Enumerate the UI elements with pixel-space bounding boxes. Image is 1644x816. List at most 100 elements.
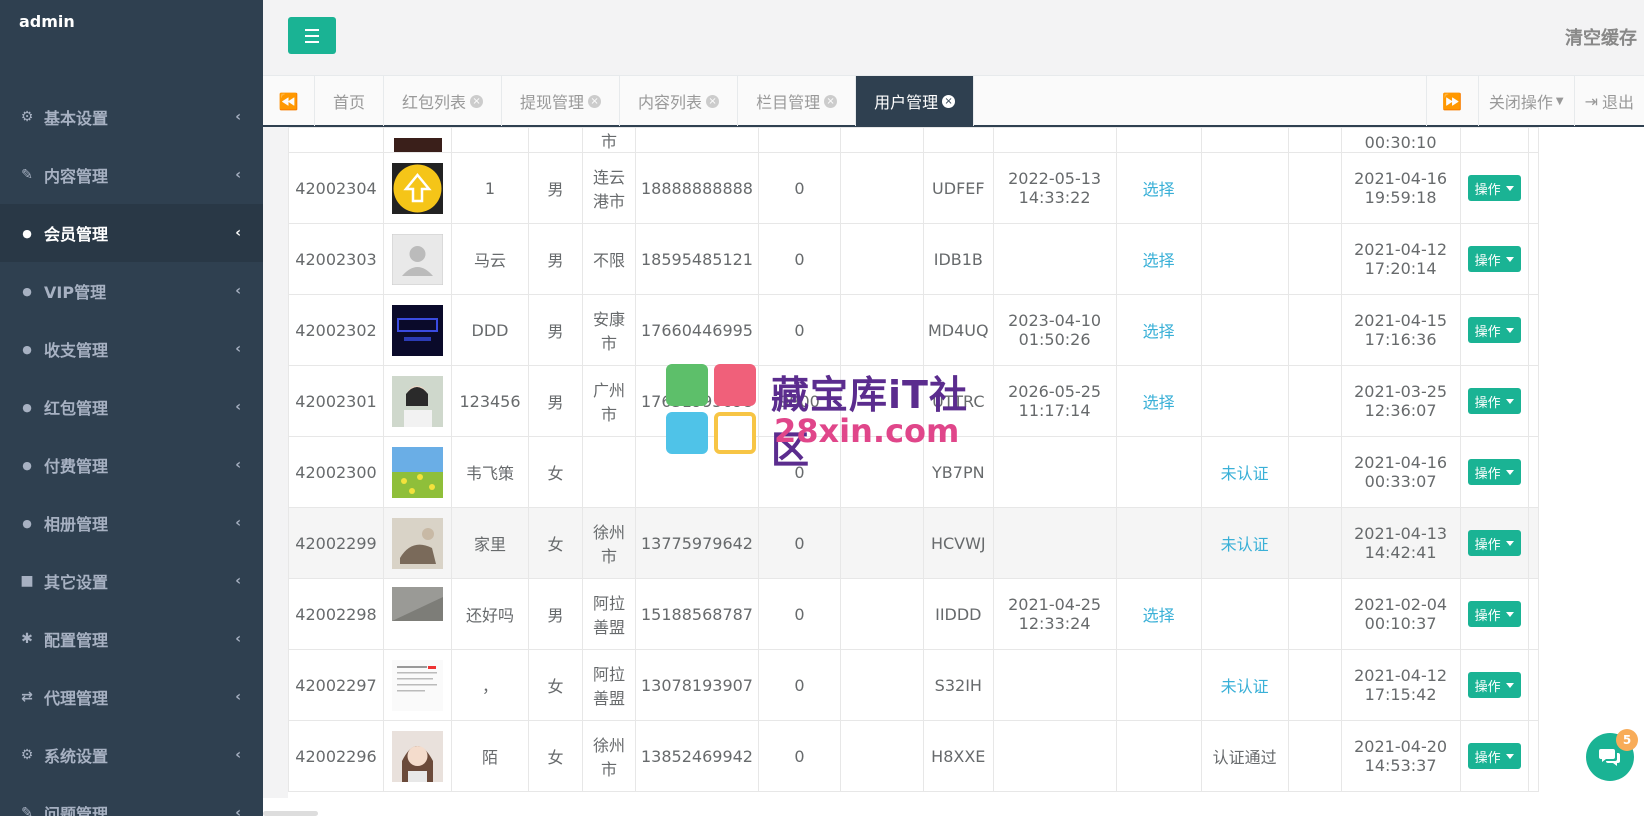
sidebar-item-12[interactable]: ✎ 问题管理 ‹ [0,784,263,816]
name-cell-text: ， [481,677,498,696]
exchange-icon: ⇄ [21,689,33,705]
auth-cell: 未认证 [1200,507,1289,579]
operation-dropdown-button[interactable]: 操作 [1467,175,1521,201]
close-tab-icon[interactable]: × [706,94,720,108]
sidebar-item-5[interactable]: ● 红包管理 ‹ [0,378,263,436]
avatar[interactable] [392,730,443,782]
sidebar-item-6[interactable]: ● 付费管理 ‹ [0,436,263,494]
operation-dropdown-button[interactable]: 操作 [1467,388,1521,414]
invite-code-cell: YB7PN [923,436,994,508]
operation-dropdown-button[interactable]: 操作 [1467,743,1521,769]
action-cell: 操作 [1459,152,1529,224]
id-cell-text: 42002297 [295,675,377,695]
phone-cell [635,436,759,508]
empty-cell [840,294,924,366]
gender-cell: 男 [528,223,583,295]
gender-cell: 女 [528,720,583,792]
sidebar-item-1[interactable]: ✎ 内容管理 ‹ [0,146,263,204]
avatar[interactable] [392,587,443,621]
close-operations-dropdown[interactable]: 关闭操作 ▼ [1477,76,1574,126]
tab-label: 栏目管理 [756,93,821,112]
empty-cell [1287,507,1342,579]
avatar[interactable] [392,233,443,285]
operation-dropdown-button[interactable]: 操作 [1467,317,1521,343]
operation-dropdown-button[interactable]: 操作 [1467,530,1521,556]
tab-2[interactable]: 提现管理 × [502,76,621,126]
caret-down-icon [1505,469,1514,475]
close-tab-icon[interactable]: × [942,94,956,108]
avatar[interactable] [392,375,443,427]
close-tab-icon[interactable]: × [470,94,484,108]
empty-cell [1287,578,1342,650]
tab-5[interactable]: 用户管理 × [856,76,975,126]
avatar[interactable] [392,304,443,356]
vip-expire-cell [992,436,1117,508]
close-tab-icon[interactable]: × [824,94,838,108]
operation-dropdown-button[interactable]: 操作 [1467,601,1521,627]
empty-cell [1287,294,1342,366]
phone-cell-text: 17631995698 [641,391,753,411]
sidebar-item-0[interactable]: ⚙ 基本设置 ‹ [0,88,263,146]
sidebar-item-7[interactable]: ● 相册管理 ‹ [0,494,263,552]
reg-time-cell: 2021-04-16 19:59:18 [1340,152,1461,224]
select-link[interactable]: 选择 [1143,393,1175,412]
caret-down-icon [1505,185,1514,191]
tab-0[interactable]: 首页 [315,76,385,126]
vip-expire-cell [992,223,1117,295]
table-cell [383,127,452,153]
table-row: 42002297 ， 女 阿拉 善盟 13078193907 0 S32IH 未认证 2021-… [288,649,1539,721]
operation-label: 操作 [1474,182,1501,198]
tab-scroll-right-button[interactable]: ⏩ [1425,76,1478,126]
tab-1[interactable]: 红包列表 × [384,76,503,126]
auth-status-link[interactable]: 未认证 [1221,464,1269,483]
sidebar-item-9[interactable]: ✱ 配置管理 ‹ [0,610,263,668]
sidebar-item-4[interactable]: ● 收支管理 ‹ [0,320,263,378]
phone-cell: 13852469942 [635,720,759,792]
auth-status-link[interactable]: 未认证 [1221,677,1269,696]
phone-cell: 15188568787 [635,578,759,650]
edge-cell [1527,507,1539,579]
empty-cell [840,649,924,721]
chevron-left-icon: ‹ [235,573,241,589]
auth-status-link[interactable]: 未认证 [1221,535,1269,554]
tab-scroll-left-button[interactable]: ⏪ [263,76,315,126]
select-link[interactable]: 选择 [1143,251,1175,270]
table-cell [923,127,994,153]
avatar[interactable] [392,659,443,711]
select-link[interactable]: 选择 [1143,606,1175,625]
operation-dropdown-button[interactable]: 操作 [1467,459,1521,485]
sidebar-item-10[interactable]: ⇄ 代理管理 ‹ [0,668,263,726]
tab-4[interactable]: 栏目管理 × [738,76,857,126]
sidebar-item-8[interactable]: ■ 其它设置 ‹ [0,552,263,610]
sidebar-item-label: 基本设置 [44,109,109,128]
menu-toggle-button[interactable] [288,17,336,54]
avatar[interactable] [392,517,443,569]
sidebar-item-2[interactable]: ● 会员管理 ‹ [0,204,263,262]
bottom-area [263,798,1644,816]
operation-dropdown-button[interactable]: 操作 [1467,672,1521,698]
sidebar-item-3[interactable]: ● VIP管理 ‹ [0,262,263,320]
horizontal-scrollbar[interactable] [263,811,318,816]
edge-cell [1527,720,1539,792]
operation-dropdown-button[interactable]: 操作 [1467,246,1521,272]
avatar[interactable] [392,162,443,214]
admin-username[interactable]: admin [19,12,75,31]
table-cell [1287,127,1342,153]
logout-button[interactable]: ⇥ 退出 [1573,76,1644,126]
select-link[interactable]: 选择 [1143,322,1175,341]
clear-cache-button[interactable]: 清空缓存 [1565,24,1637,50]
book-icon: ■ [20,573,34,589]
sidebar-item-11[interactable]: ⚙ 系统设置 ‹ [0,726,263,784]
gender-cell: 女 [528,436,583,508]
city-cell-text: 徐州 市 [592,736,625,779]
empty-cell [1287,365,1342,437]
avatar[interactable] [392,446,443,498]
close-tab-icon[interactable]: × [588,94,602,108]
sidebar-item-label: VIP管理 [44,283,107,302]
chevron-left-icon: ‹ [235,689,241,705]
tab-3[interactable]: 内容列表 × [620,76,739,126]
empty-cell [1287,720,1342,792]
select-link[interactable]: 选择 [1143,180,1175,199]
city-cell: 徐州 市 [582,720,636,792]
id-cell: 42002302 [288,294,384,366]
